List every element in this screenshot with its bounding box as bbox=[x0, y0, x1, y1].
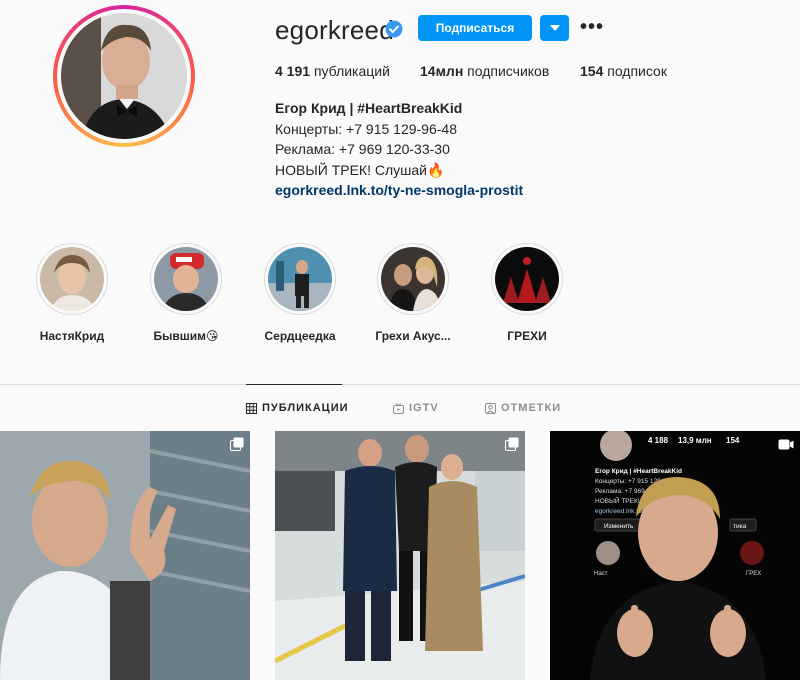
highlight-ring bbox=[150, 243, 222, 315]
highlight-item[interactable]: Бывшим😘 bbox=[141, 243, 231, 343]
follow-button[interactable]: Подписаться bbox=[418, 15, 532, 41]
suggestions-dropdown-button[interactable] bbox=[540, 15, 569, 41]
tab-tagged-label: ОТМЕТКИ bbox=[501, 402, 562, 414]
tab-posts-label: ПУБЛИКАЦИИ bbox=[262, 402, 349, 414]
following-label: подписок bbox=[607, 63, 667, 79]
active-tab-indicator bbox=[246, 384, 342, 385]
highlight-item[interactable]: НастяКрид bbox=[27, 243, 117, 343]
avatar-illustration bbox=[61, 13, 187, 139]
avatar-border bbox=[57, 9, 191, 143]
igtv-video-icon bbox=[778, 439, 794, 450]
highlight-item[interactable]: ГРЕХИ bbox=[482, 243, 572, 343]
posts-count-stat: 4 191 публикаций bbox=[275, 63, 390, 79]
highlight-cover bbox=[495, 247, 559, 311]
grid-icon bbox=[246, 402, 257, 414]
chevron-down-icon bbox=[549, 25, 560, 31]
highlight-label: Сердцеедка bbox=[264, 329, 336, 343]
profile-bio: Егор Крид | #HeartBreakKid Концерты: +7 … bbox=[275, 98, 523, 201]
post-tile[interactable] bbox=[0, 431, 250, 680]
carousel-icon bbox=[505, 437, 519, 451]
highlight-label: Бывшим😘 bbox=[153, 329, 219, 343]
tabs-divider bbox=[0, 384, 800, 385]
post-tile[interactable]: 4 188 13,9 млн 154 Егор Крид | #HeartBre… bbox=[550, 431, 800, 680]
carousel-icon bbox=[230, 437, 244, 451]
profile-avatar[interactable] bbox=[61, 13, 187, 139]
highlight-cover bbox=[40, 247, 104, 311]
highlight-cover bbox=[154, 247, 218, 311]
embedded-followers-count: 13,9 млн bbox=[678, 436, 712, 445]
post-image bbox=[0, 431, 250, 680]
tagged-icon bbox=[485, 402, 496, 414]
highlight-ring bbox=[264, 243, 336, 315]
following-count: 154 bbox=[580, 63, 604, 79]
bio-link[interactable]: egorkreed.lnk.to/ty-ne-smogla-prostit bbox=[275, 182, 523, 198]
embedded-button-partial-2: тика bbox=[733, 523, 747, 530]
embedded-posts-count: 4 188 bbox=[648, 436, 669, 445]
embedded-highlight-right: ГРЕХ bbox=[746, 571, 761, 577]
highlight-ring bbox=[491, 243, 563, 315]
highlight-label: ГРЕХИ bbox=[507, 329, 547, 343]
bio-line-track: НОВЫЙ ТРЕК! Слушай🔥 bbox=[275, 161, 445, 178]
post-image bbox=[275, 431, 525, 680]
embedded-following-count: 154 bbox=[726, 436, 740, 445]
following-stat[interactable]: 154 подписок bbox=[580, 63, 667, 79]
profile-username: egorkreed bbox=[275, 15, 394, 45]
bio-full-name: Егор Крид | #HeartBreakKid bbox=[275, 100, 463, 116]
embedded-edit-button: Изменить bbox=[604, 523, 634, 530]
tab-posts[interactable]: ПУБЛИКАЦИИ bbox=[246, 402, 349, 414]
post-image: 4 188 13,9 млн 154 Егор Крид | #HeartBre… bbox=[550, 431, 800, 680]
more-options-icon: ••• bbox=[580, 15, 605, 38]
highlight-cover bbox=[381, 247, 445, 311]
posts-count: 4 191 bbox=[275, 63, 311, 79]
highlight-ring bbox=[36, 243, 108, 315]
igtv-icon bbox=[393, 402, 404, 414]
highlight-ring bbox=[377, 243, 449, 315]
bio-line-ads: Реклама: +7 969 120-33-30 bbox=[275, 141, 450, 157]
highlight-cover bbox=[268, 247, 332, 311]
post-tile[interactable] bbox=[275, 431, 525, 680]
highlight-item[interactable]: Грехи Акус... bbox=[368, 243, 458, 343]
highlight-label: Грехи Акус... bbox=[375, 329, 451, 343]
embedded-bio-name: Егор Крид | #HeartBreakKid bbox=[595, 468, 682, 475]
followers-stat[interactable]: 14млн подписчиков bbox=[420, 63, 549, 79]
posts-label: публикаций bbox=[313, 63, 390, 79]
embedded-highlight-left: Наст bbox=[594, 571, 608, 577]
tab-igtv[interactable]: IGTV bbox=[393, 402, 439, 414]
followers-count: 14млн bbox=[420, 63, 464, 79]
followers-label: подписчиков bbox=[467, 63, 550, 79]
highlight-item[interactable]: Сердцеедка bbox=[255, 243, 345, 343]
tab-tagged[interactable]: ОТМЕТКИ bbox=[485, 402, 561, 414]
highlight-label: НастяКрид bbox=[39, 329, 105, 343]
more-options-button[interactable]: ••• bbox=[580, 14, 604, 40]
verified-badge-icon bbox=[385, 20, 403, 38]
tab-igtv-label: IGTV bbox=[409, 402, 439, 414]
bio-line-concerts: Концерты: +7 915 129-96-48 bbox=[275, 120, 457, 137]
profile-avatar-ring[interactable] bbox=[53, 5, 195, 147]
